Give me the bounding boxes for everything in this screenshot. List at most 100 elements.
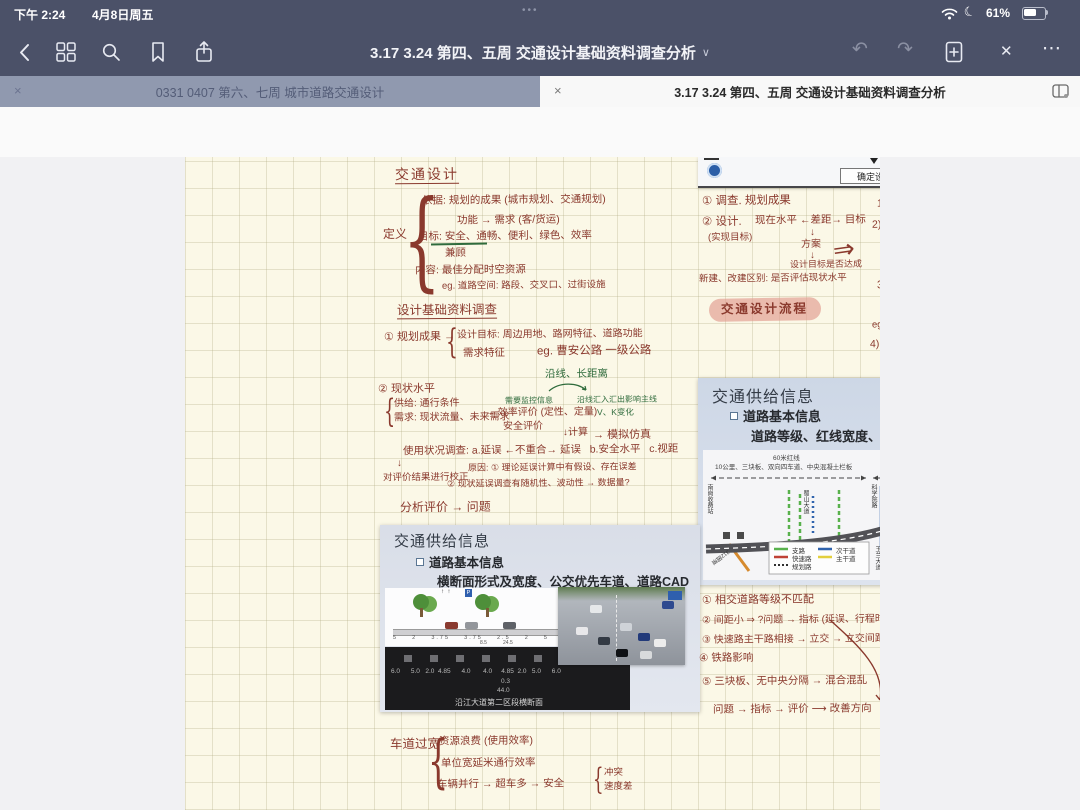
note-line: 新建、改建区别: 是否评估现状水平 <box>699 273 847 285</box>
add-page-icon[interactable] <box>943 40 965 64</box>
page-thumbnails-icon[interactable] <box>56 42 76 62</box>
tab-close-icon[interactable]: × <box>14 83 22 98</box>
note-line-green: V、K变化 <box>597 408 634 418</box>
parking-sign: P <box>465 589 472 597</box>
note-line: 现在水平 ←差距→ 目标 <box>755 214 866 227</box>
note-line: 冲突 <box>604 768 623 779</box>
photo-cars <box>576 627 588 635</box>
drawing-toolbar: ∨ <box>0 107 1080 158</box>
do-not-disturb-moon-icon: ☾ <box>962 3 978 22</box>
note-line: 安全评价 <box>503 421 543 433</box>
flow-arrow-down <box>870 158 878 164</box>
note-line: 车辆并行 → 超车多 → 安全 <box>437 777 564 790</box>
photo-road-sign <box>668 591 682 600</box>
note-line: 兼顾 <box>445 247 466 259</box>
dim-85: 8.5 <box>480 640 487 646</box>
cad-numbers: 6.0 5.0 2.0 4.85 4.0 4.0 4.85 2.0 5.0 6.… <box>391 668 561 675</box>
status-bar: 下午 2:24 4月8日周五 ••• ☾ 61% <box>0 0 1080 28</box>
cad-44: 44.0 <box>497 687 510 694</box>
note-line: 目标: 安全、通畅、便利、绿色、效率 <box>418 229 592 243</box>
undo-icon[interactable]: ↶ <box>852 38 868 61</box>
multitask-dots: ••• <box>522 5 539 16</box>
tree-trunks <box>420 608 423 617</box>
green-underline <box>431 243 487 246</box>
canvas-area: 是 确定设计方案 SITY 交通设计 { 依据: 规划的成果 (城市规划、交通规… <box>0 157 1080 810</box>
battery-percent: 61% <box>986 6 1010 20</box>
document-title[interactable]: 3.17 3.24 第四、五周 交通设计基础资料调查分析 <box>370 42 696 63</box>
note-line: 方案 <box>801 239 821 251</box>
date: 4月8日周五 <box>92 6 153 23</box>
green-arc-mark <box>547 380 589 393</box>
close-document-icon[interactable]: ✕ <box>1000 42 1013 60</box>
note-line-green: 需要监控信息 <box>505 396 553 406</box>
note-heading: 交通设计流程 <box>721 302 808 317</box>
redo-icon[interactable]: ↷ <box>897 38 913 61</box>
note-line: 资源浪费 (使用效率) <box>439 735 533 748</box>
note-line: ↓计算 <box>563 427 588 439</box>
bullet-square <box>730 412 738 420</box>
dim-245: 24.5 <box>503 640 513 646</box>
slide-subtitle: 道路等级、红线宽度、交叉口间距、相交道路等级 <box>751 426 880 445</box>
slide-bullet-text: 道路基本信息 <box>429 552 504 571</box>
tab-close-icon[interactable]: × <box>554 83 562 98</box>
note-line: 定义 <box>383 228 407 242</box>
slide-title: 交通供给信息 <box>394 530 490 551</box>
legend-label: 规划路 <box>792 561 812 571</box>
note-line: 需求特征 <box>463 347 505 359</box>
arrow-mark: ↓ <box>810 227 815 239</box>
note-line: ① 规划成果 → <box>384 331 455 344</box>
note-line: → 模拟仿真 <box>593 429 651 442</box>
cad-03: 0.3 <box>501 678 510 685</box>
note-line: 1) 现状调研与分析 (差距、目标) <box>877 196 880 209</box>
more-options-icon[interactable]: ⋯ <box>1042 37 1061 60</box>
tab-inactive[interactable]: × 0331 0407 第六、七周 城市道路交通设计 <box>0 76 540 107</box>
section-dims: 5 2 3.75 3.75 2.5 2 5 <box>393 635 549 641</box>
car-graphics <box>445 622 458 629</box>
legend-label: 主干道 <box>836 553 856 563</box>
note-line-green: 沿线汇入汇出影响主线 <box>577 395 657 405</box>
slide-title: 交通供给信息 <box>712 383 814 407</box>
note-line: eg. 道路空间: 路段、交叉口、过街设施 <box>442 280 606 292</box>
note-line: 分析评价 → 问题 <box>400 501 491 516</box>
clock: 下午 2:24 <box>14 6 65 23</box>
road-map-panel: 60米红线 10公里、三块板、双向四车道、中央混凝土栏板 60米红线 三块板、双… <box>703 450 880 580</box>
note-line: ① 相交道路等级不匹配 <box>702 594 814 608</box>
note-line: eg. 保障安全、交通语言 <box>872 320 880 332</box>
big-arrow-mark: ⇒ <box>831 234 857 267</box>
note-line: 供给: 通行条件 <box>394 398 460 410</box>
tab-label[interactable]: 3.17 3.24 第四、五周 交通设计基础资料调查分析 <box>674 82 946 101</box>
back-icon[interactable] <box>16 42 37 63</box>
brace-mark: { <box>593 765 604 795</box>
bookmark-icon[interactable] <box>148 41 168 63</box>
photo-lane-line <box>616 595 618 661</box>
note-line: 单位宽延米通行效率 <box>441 757 536 770</box>
bullet-square <box>416 558 424 566</box>
share-icon[interactable] <box>193 40 215 64</box>
embedded-slide-flowchart: 是 确定设计方案 SITY <box>698 157 880 188</box>
notebook-page[interactable]: 是 确定设计方案 SITY 交通设计 { 依据: 规划的成果 (城市规划、交通规… <box>185 157 880 810</box>
note-line: ② 现状延误调查有随机性、波动性 → 数据量? <box>447 477 630 489</box>
slide-line-mark <box>704 158 719 160</box>
flow-box: 确定设计方案 <box>840 168 880 184</box>
note-line: 原因: ① 理论延误计算中有假设、存在误差 <box>468 461 637 473</box>
search-icon[interactable] <box>101 42 121 62</box>
cad-caption: 沿江大道第二区段横断面 <box>455 697 543 708</box>
document-title-area[interactable]: 3.17 3.24 第四、五周 交通设计基础资料调查分析 ∨ <box>240 28 840 76</box>
note-line: 内容: 最佳分配时空资源 <box>415 264 526 277</box>
section-arrows: ↑ ↑ <box>441 589 450 595</box>
tab-bar: × 0331 0407 第六、七周 城市道路交通设计 × 3.17 3.24 第… <box>0 76 1080 107</box>
note-line: ① 调查. 规划成果 <box>702 195 791 209</box>
note-line: ④ 铁路影响 <box>699 652 753 665</box>
note-line-green: 沿线、长距离 <box>545 368 608 381</box>
tab-active[interactable]: × 3.17 3.24 第四、五周 交通设计基础资料调查分析 <box>540 76 1080 107</box>
note-line: 设计目标: 周边用地、路网特征、道路功能 <box>457 328 643 341</box>
note-line: 功能 → 需求 (客/货运) <box>457 214 560 227</box>
navigation-bar: 3.17 3.24 第四、五周 交通设计基础资料调查分析 ∨ ↶ ↷ ✕ ⋯ <box>0 28 1080 76</box>
page-sidebar-icon[interactable] <box>1052 84 1070 99</box>
battery-tip <box>1046 10 1048 15</box>
embedded-slide-cross-section: 交通供给信息 道路基本信息 横断面形式及宽度、公交优先车道、道路CAD图等 ↑ … <box>380 525 700 712</box>
tab-label[interactable]: 0331 0407 第六、七周 城市道路交通设计 <box>156 82 385 101</box>
road-label: 玉兰大道 <box>874 546 880 570</box>
university-logo <box>707 163 722 178</box>
photo-foliage <box>558 587 685 601</box>
